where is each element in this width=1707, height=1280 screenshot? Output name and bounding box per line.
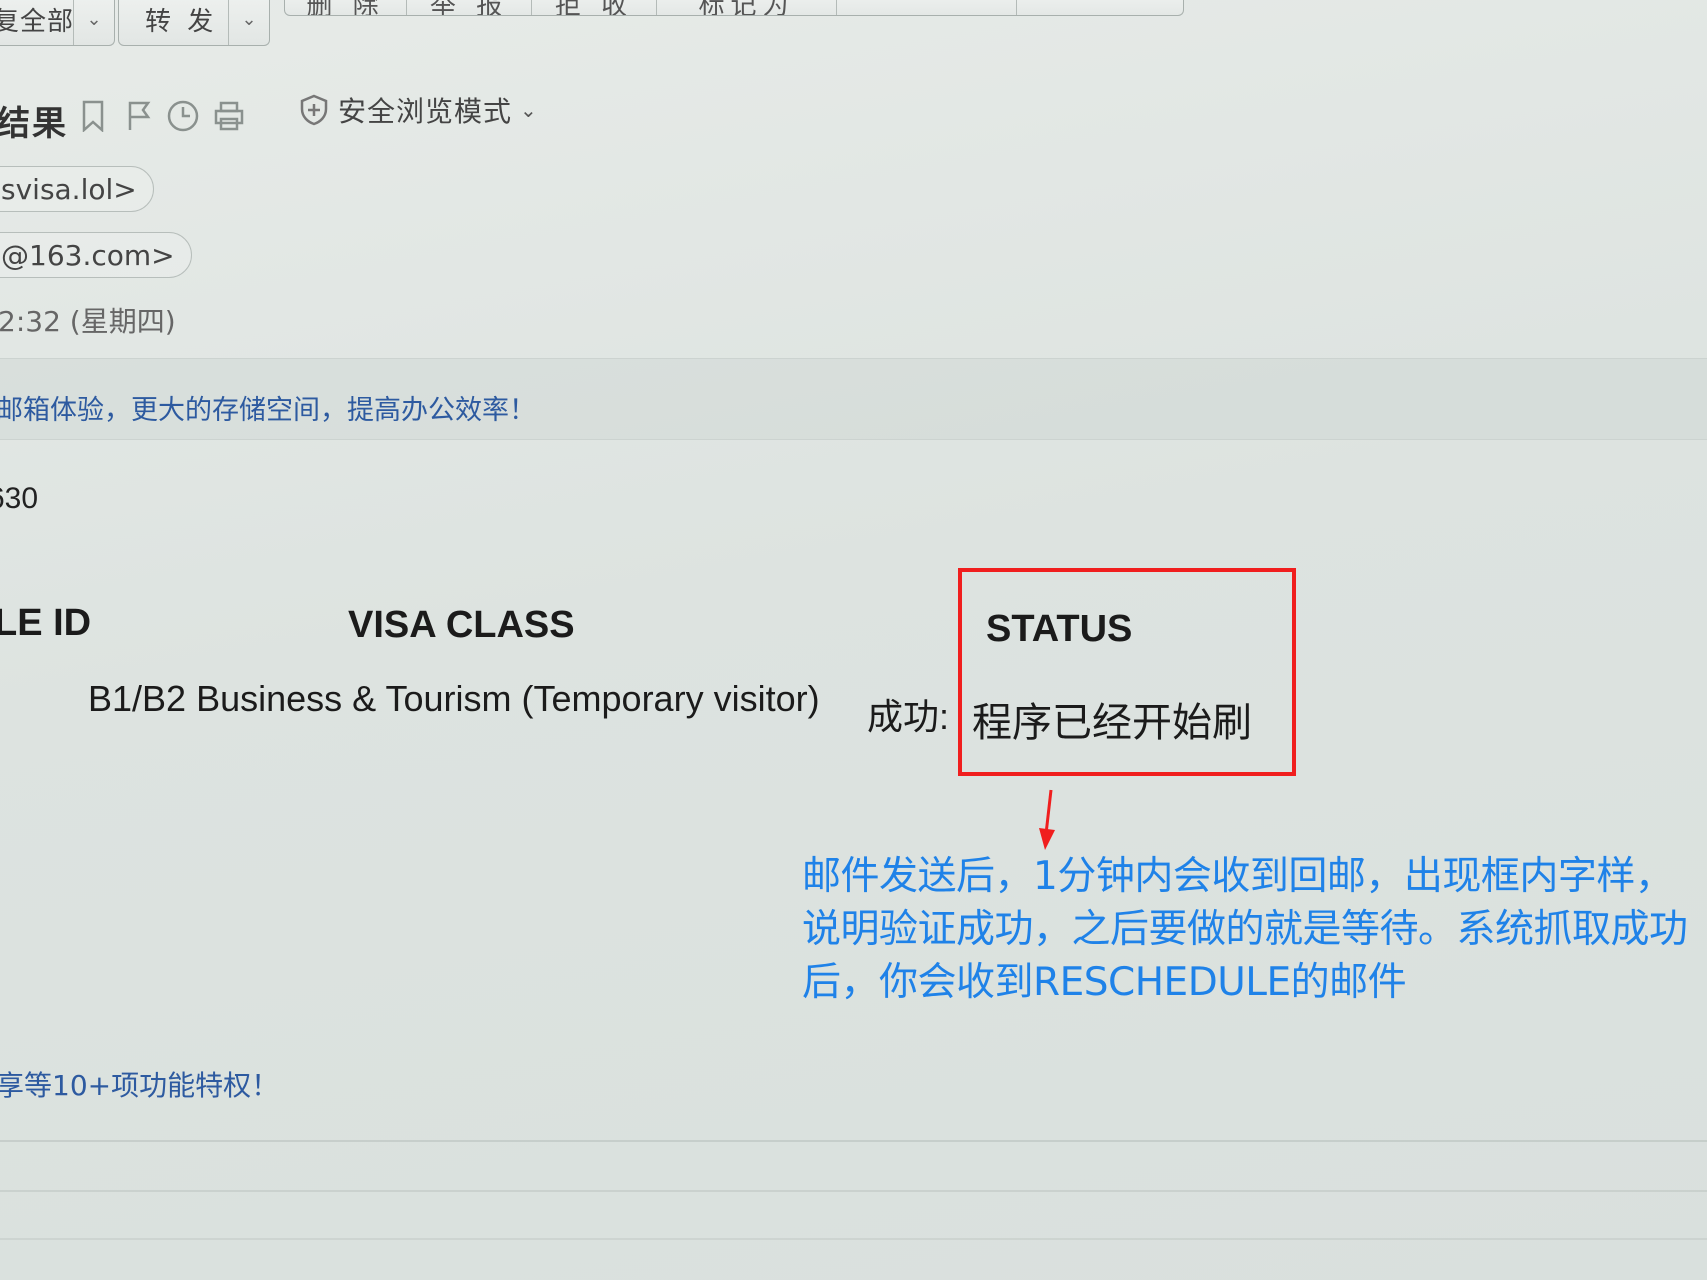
email-client-screen: 复全部 ⌄ 转 发 ⌄ 删 除 举 报 拒 收 标记为 结果 安全浏览模式 ⌄ … xyxy=(0,0,1707,1280)
body-reference-number: 630 xyxy=(0,482,39,515)
mark-as-button[interactable]: 标记为 xyxy=(657,0,837,15)
annotation-line: 邮件发送后，1分钟内会收到回邮，出现框内字样， xyxy=(802,854,1674,899)
column-header-visa-class: VISA CLASS xyxy=(348,604,575,646)
highlight-box xyxy=(958,568,1296,776)
column-header-id: LE ID xyxy=(0,602,92,644)
sender-address-pill[interactable]: svisa.lol> xyxy=(0,166,154,212)
annotation-note: 邮件发送后，1分钟内会收到回邮，出现框内字样， 说明验证成功，之后要做的就是等待… xyxy=(802,850,1707,1009)
recipient-address: @163.com> xyxy=(1,238,175,272)
reply-all-button[interactable]: 复全部 ⌄ xyxy=(0,0,115,46)
delete-button[interactable]: 删 除 xyxy=(285,0,407,15)
annotation-line: 后，你会收到RESCHEDULE的邮件 xyxy=(802,960,1407,1005)
red-arrow-icon xyxy=(1035,788,1059,856)
secure-mode-label: 安全浏览模式 xyxy=(338,95,513,128)
annotation-line: 说明验证成功，之后要做的就是等待。系统抓取成功 xyxy=(802,907,1688,952)
secure-browse-mode-toggle[interactable]: 安全浏览模式 ⌄ xyxy=(300,90,538,130)
email-subject: 结果 xyxy=(0,104,68,144)
promo-link[interactable]: 邮箱体验，更大的存储空间，提高办公效率！ xyxy=(0,388,536,427)
sender-address: svisa.lol> xyxy=(1,172,137,206)
reply-all-label: 复全部 xyxy=(0,7,75,37)
flag-icon[interactable] xyxy=(122,98,156,134)
print-icon[interactable] xyxy=(212,98,246,134)
reject-button[interactable]: 拒 收 xyxy=(532,0,657,15)
shield-icon xyxy=(300,94,328,126)
email-datetime: 2:32 (星期四) xyxy=(0,305,176,338)
forward-button[interactable]: 转 发 ⌄ xyxy=(118,0,270,46)
more-button[interactable] xyxy=(837,0,1017,15)
visa-class-cell: B1/B2 Business & Tourism (Temporary visi… xyxy=(88,678,820,719)
move-button[interactable] xyxy=(1017,0,1183,15)
action-button-group: 删 除 举 报 拒 收 标记为 xyxy=(284,0,1184,16)
bookmark-icon[interactable] xyxy=(76,98,110,134)
promo-link[interactable]: 享等10+项功能特权！ xyxy=(0,1064,279,1104)
divider xyxy=(0,1238,1707,1240)
clock-icon[interactable] xyxy=(166,98,200,134)
status-prefix-cell: 成功: xyxy=(867,696,950,737)
forward-label: 转 发 xyxy=(145,7,218,37)
chevron-down-icon: ⌄ xyxy=(520,98,538,122)
chevron-down-icon[interactable]: ⌄ xyxy=(228,0,269,45)
divider xyxy=(0,1140,1707,1142)
mail-toolbar: 复全部 ⌄ 转 发 ⌄ 删 除 举 报 拒 收 标记为 xyxy=(0,0,1707,48)
divider xyxy=(0,1190,1707,1192)
report-button[interactable]: 举 报 xyxy=(407,0,532,15)
recipient-address-pill[interactable]: @163.com> xyxy=(0,232,192,278)
chevron-down-icon[interactable]: ⌄ xyxy=(73,0,114,45)
